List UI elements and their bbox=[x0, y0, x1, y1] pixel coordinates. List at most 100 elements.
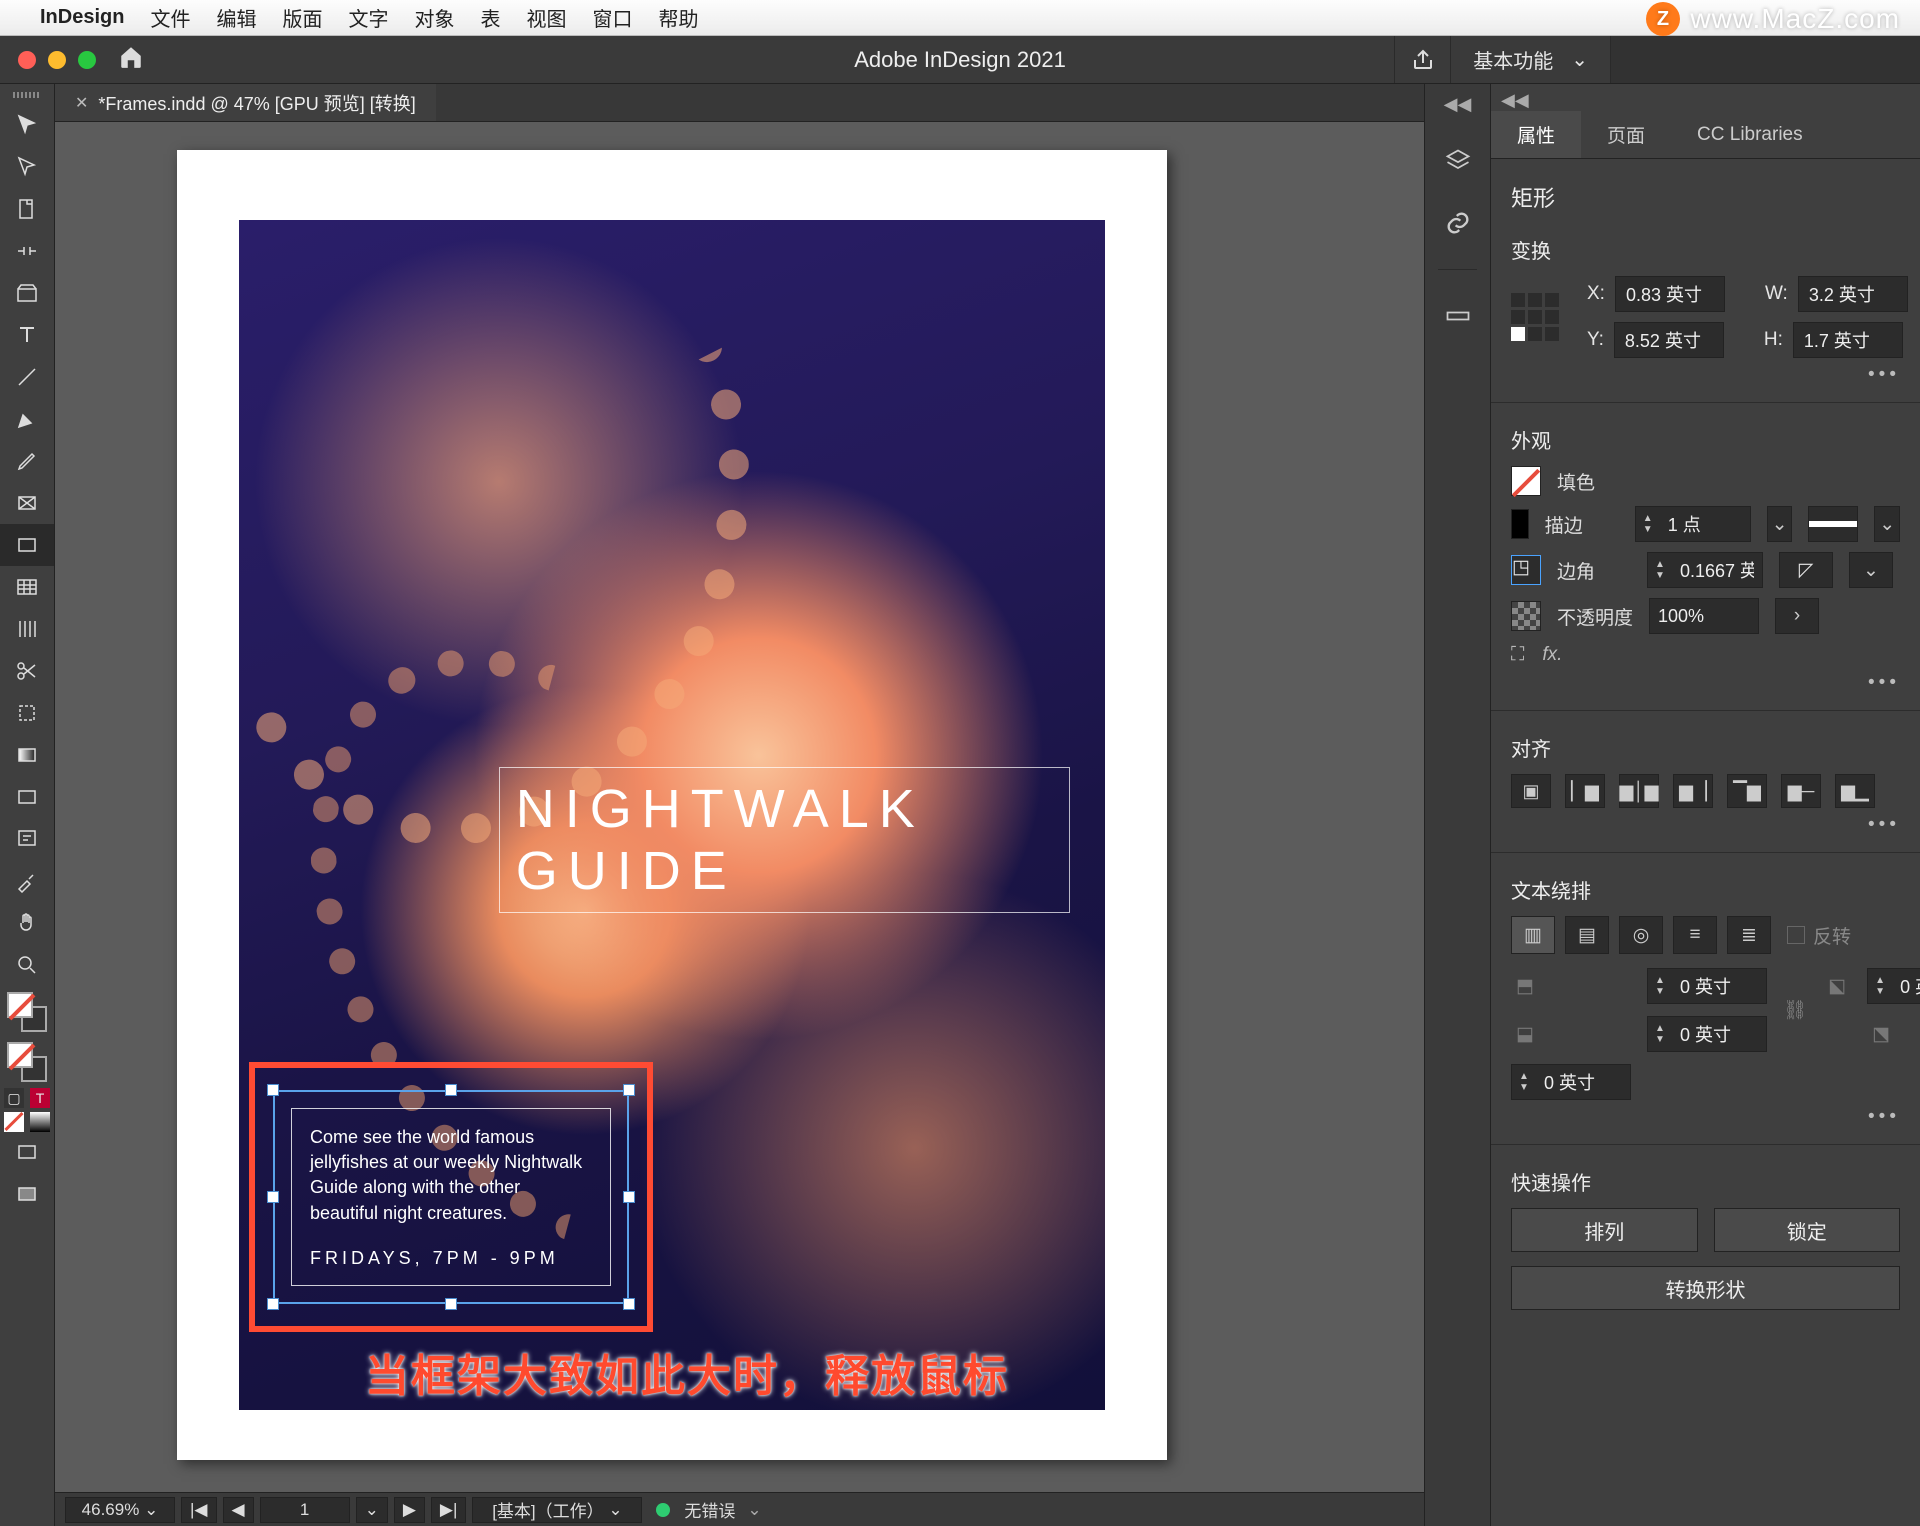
screen-mode-preview[interactable] bbox=[0, 1174, 54, 1216]
apply-gradient-icon[interactable] bbox=[30, 1112, 50, 1132]
fx-icon[interactable]: fx. bbox=[1542, 644, 1562, 666]
align-right-icon[interactable]: ▆▕ bbox=[1673, 774, 1713, 808]
scissors-tool[interactable] bbox=[0, 650, 54, 692]
tab-properties[interactable]: 属性 bbox=[1491, 111, 1581, 158]
close-icon[interactable] bbox=[18, 51, 36, 69]
align-hcenter-icon[interactable]: ▆│▆ bbox=[1619, 774, 1659, 808]
apply-color-icon[interactable]: ▢ bbox=[4, 1088, 24, 1108]
selected-frame[interactable]: Come see the world famous jellyfishes at… bbox=[273, 1090, 629, 1304]
handle-top-left[interactable] bbox=[267, 1084, 279, 1096]
collapse-panel-icon[interactable]: ◀◀ bbox=[1491, 84, 1920, 111]
eyedropper-tool[interactable] bbox=[0, 860, 54, 902]
wrap-invert[interactable]: 反转 bbox=[1787, 922, 1851, 949]
first-page-button[interactable]: |◀ bbox=[181, 1497, 217, 1523]
transform-more-icon[interactable]: ••• bbox=[1511, 364, 1900, 386]
x-input[interactable] bbox=[1615, 276, 1725, 312]
handle-top-mid[interactable] bbox=[445, 1084, 457, 1096]
handle-top-right[interactable] bbox=[623, 1084, 635, 1096]
preflight-status[interactable]: 无错误 bbox=[684, 1497, 735, 1522]
collapse-arrows-icon[interactable]: ◀◀ bbox=[1444, 94, 1472, 115]
screen-mode-normal[interactable] bbox=[0, 1132, 54, 1174]
links-icon[interactable] bbox=[1438, 203, 1478, 243]
menu-table[interactable]: 表 bbox=[480, 3, 500, 32]
menu-help[interactable]: 帮助 bbox=[658, 3, 698, 32]
appearance-more-icon[interactable]: ••• bbox=[1511, 672, 1900, 694]
next-page-button[interactable]: ▶ bbox=[394, 1497, 425, 1523]
apply-text-icon[interactable]: T bbox=[30, 1088, 50, 1108]
zoom-icon[interactable] bbox=[78, 51, 96, 69]
stroke-style-dd-arrow[interactable]: ⌄ bbox=[1874, 506, 1900, 542]
handle-mid-right[interactable] bbox=[623, 1191, 635, 1203]
y-input[interactable] bbox=[1614, 322, 1724, 358]
wrap-bounding-icon[interactable]: ▤ bbox=[1565, 916, 1609, 954]
close-tab-icon[interactable]: ✕ bbox=[75, 93, 88, 113]
tab-cc-libraries[interactable]: CC Libraries bbox=[1671, 111, 1829, 158]
w-input[interactable] bbox=[1798, 276, 1908, 312]
align-to-page-icon[interactable]: ▣ bbox=[1511, 774, 1551, 808]
hand-tool[interactable] bbox=[0, 902, 54, 944]
menu-view[interactable]: 视图 bbox=[526, 3, 566, 32]
menu-file[interactable]: 文件 bbox=[150, 3, 190, 32]
prev-page-button[interactable]: ◀ bbox=[223, 1497, 254, 1523]
search-field[interactable] bbox=[1610, 36, 1920, 83]
home-icon[interactable] bbox=[118, 44, 144, 75]
lock-button[interactable]: 锁定 bbox=[1714, 1208, 1901, 1252]
toolbox-grip[interactable] bbox=[13, 92, 41, 98]
fill-stroke-swatch[interactable] bbox=[7, 992, 47, 1032]
layers-icon[interactable] bbox=[1438, 141, 1478, 181]
corner-shape-dd[interactable]: ◸ bbox=[1779, 552, 1833, 588]
h-input[interactable] bbox=[1793, 322, 1903, 358]
opacity-slider-button[interactable]: › bbox=[1775, 598, 1819, 634]
stroke-style-dd[interactable] bbox=[1808, 506, 1858, 542]
gap-tool[interactable] bbox=[0, 230, 54, 272]
corner-input[interactable] bbox=[1672, 560, 1762, 581]
convert-shape-button[interactable]: 转换形状 bbox=[1511, 1266, 1900, 1310]
rectangle-frame-tool[interactable] bbox=[0, 482, 54, 524]
type-tool[interactable] bbox=[0, 314, 54, 356]
app-name[interactable]: InDesign bbox=[40, 6, 124, 29]
tab-pages[interactable]: 页面 bbox=[1581, 111, 1671, 158]
page-field[interactable]: 1 bbox=[260, 1497, 350, 1523]
arrange-button[interactable]: 排列 bbox=[1511, 1208, 1698, 1252]
corner-stepper[interactable]: ▲▼ bbox=[1647, 552, 1763, 588]
stroke-weight-input[interactable] bbox=[1660, 514, 1750, 535]
handle-mid-left[interactable] bbox=[267, 1191, 279, 1203]
menu-object[interactable]: 对象 bbox=[414, 3, 454, 32]
text-wrap-more-icon[interactable]: ••• bbox=[1511, 1106, 1900, 1128]
layer-button[interactable]: [基本]（工作） ⌄ bbox=[472, 1497, 642, 1523]
crop-icon[interactable]: ⛶ bbox=[1511, 644, 1524, 666]
zoom-tool[interactable] bbox=[0, 944, 54, 986]
stroke-weight-stepper[interactable]: ▲▼ bbox=[1635, 506, 1751, 542]
invert-checkbox[interactable] bbox=[1787, 926, 1805, 944]
gradient-swatch-tool[interactable] bbox=[0, 734, 54, 776]
document-tab[interactable]: ✕ *Frames.indd @ 47% [GPU 预览] [转换] bbox=[55, 84, 436, 121]
minimize-icon[interactable] bbox=[48, 51, 66, 69]
fill-stroke-swatch-2[interactable] bbox=[7, 1042, 47, 1082]
note-tool[interactable] bbox=[0, 818, 54, 860]
line-tool[interactable] bbox=[0, 356, 54, 398]
reference-point-grid[interactable] bbox=[1511, 293, 1559, 341]
gradient-feather-tool[interactable] bbox=[0, 776, 54, 818]
page-dropdown[interactable]: ⌄ bbox=[356, 1497, 388, 1523]
wrap-jump-next-icon[interactable]: ≣ bbox=[1727, 916, 1771, 954]
content-collector-tool[interactable] bbox=[0, 272, 54, 314]
apply-none-icon[interactable] bbox=[4, 1112, 24, 1132]
wrap-jump-icon[interactable]: ≡ bbox=[1673, 916, 1717, 954]
table-tool[interactable] bbox=[0, 566, 54, 608]
menu-text[interactable]: 文字 bbox=[348, 3, 388, 32]
wrap-none-icon[interactable]: ▥ bbox=[1511, 916, 1555, 954]
opacity-input[interactable] bbox=[1650, 606, 1736, 627]
direct-selection-tool[interactable] bbox=[0, 146, 54, 188]
menu-edit[interactable]: 编辑 bbox=[216, 3, 256, 32]
rectangle-tool[interactable] bbox=[0, 524, 54, 566]
align-vcenter-icon[interactable]: ▆─ bbox=[1781, 774, 1821, 808]
align-top-icon[interactable]: ▔▆ bbox=[1727, 774, 1767, 808]
align-more-icon[interactable]: ••• bbox=[1511, 814, 1900, 836]
corner-shape-dd-arrow[interactable]: ⌄ bbox=[1849, 552, 1893, 588]
last-page-button[interactable]: ▶| bbox=[431, 1497, 467, 1523]
menu-layout[interactable]: 版面 bbox=[282, 3, 322, 32]
free-transform-tool[interactable] bbox=[0, 692, 54, 734]
zoom-level[interactable]: 46.69% ⌄ bbox=[65, 1497, 175, 1523]
corner-icon[interactable]: ◳ bbox=[1511, 555, 1541, 585]
selection-tool[interactable] bbox=[0, 104, 54, 146]
